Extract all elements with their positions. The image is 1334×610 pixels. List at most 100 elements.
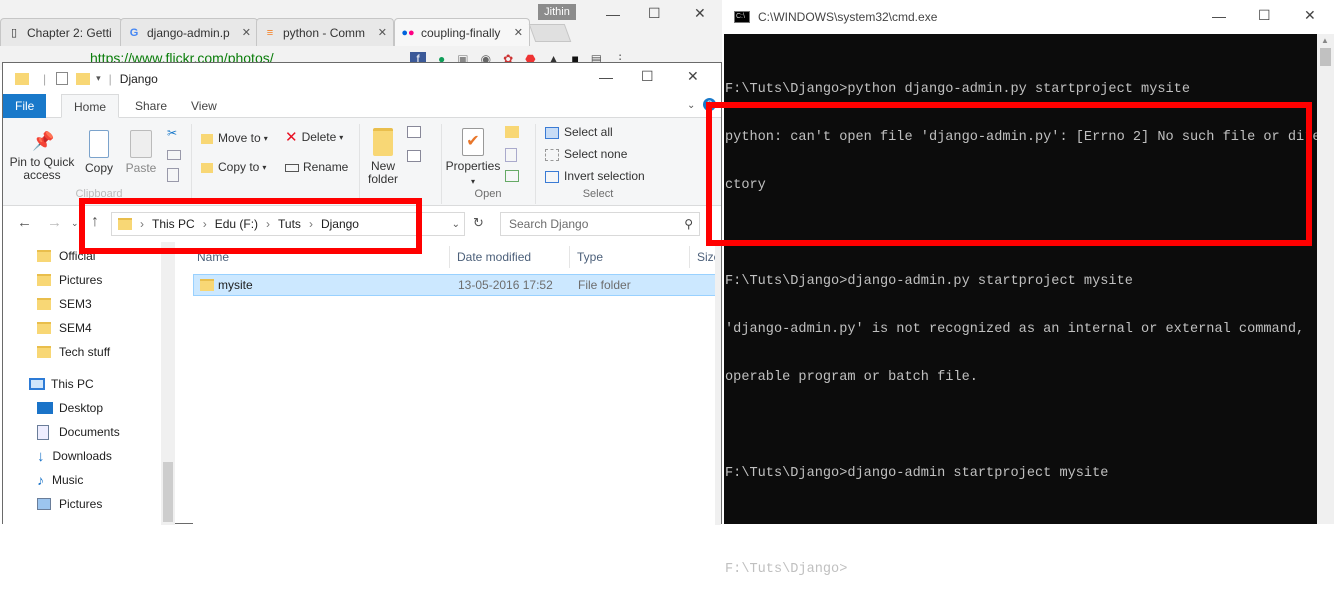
documents-icon [37,424,49,440]
tab-file[interactable]: File [3,94,47,118]
new-item-icon[interactable] [407,126,421,138]
new-folder-icon [373,128,393,156]
close-icon[interactable]: ✕ [694,5,706,22]
folder-icon [201,162,213,173]
flickr-icon: ● ● [401,26,415,39]
new-tab-button[interactable] [528,24,572,42]
cmd-window: C:\ C:\WINDOWS\system32\cmd.exe — ☐ ✕ F:… [706,0,1334,577]
new-folder-button[interactable]: New folder [365,128,401,186]
user-badge[interactable]: Jithin [538,4,576,20]
properties-button[interactable]: ✔ Properties ▾ [445,128,501,188]
maximize-icon[interactable]: ☐ [648,5,661,22]
folder-icon [37,250,51,262]
column-type[interactable]: Type [577,246,603,268]
cmd-line [725,514,1305,530]
nav-item-downloads[interactable]: ↓ Downloads [37,444,112,468]
nav-item-sem3[interactable]: SEM3 [37,292,92,316]
folder-icon [37,346,51,358]
ribbon-tabs: File Home Share View ⌄ ? [3,94,721,118]
paste-shortcut-icon[interactable] [167,168,179,182]
nav-item-pictures-lib[interactable]: Pictures [37,492,102,516]
maximize-icon[interactable]: ☐ [641,68,654,85]
nav-item-tech-stuff[interactable]: Tech stuff [37,340,110,364]
column-date-modified[interactable]: Date modified [457,246,531,268]
tab-share[interactable]: Share [123,94,179,118]
cmd-line: F:\Tuts\Django>python django-admin.py st… [725,82,1190,97]
open-icon[interactable] [505,126,519,138]
history-icon[interactable] [505,170,519,182]
close-icon[interactable]: ✕ [1304,7,1316,24]
cmd-scrollbar[interactable]: ▲ [1317,34,1334,524]
chevron-down-icon[interactable]: ▾ [96,73,101,84]
chevron-down-icon[interactable]: ⌄ [71,218,79,229]
select-group-label: Select [582,188,614,200]
back-icon[interactable]: ← [17,214,32,231]
scrollbar-thumb[interactable] [1320,48,1331,66]
edit-icon[interactable] [505,148,517,162]
pin-to-quick-access-button[interactable]: 📌 Pin to Quick access [9,130,75,182]
minimize-icon[interactable]: — [1212,8,1226,24]
easy-access-icon[interactable] [407,150,421,162]
nav-scrollbar[interactable] [161,242,175,525]
delete-icon: ✕ [285,129,298,146]
tab-label: coupling-finally [421,25,501,40]
folder-icon [37,322,51,334]
file-name: mysite [218,278,253,292]
browser-tab[interactable]: ▯ Chapter 2: Getti [0,18,122,46]
search-icon: ⚲ [684,217,693,231]
browser-tab-active[interactable]: ● ● coupling-finally ✕ [394,18,530,46]
tab-view[interactable]: View [179,94,229,118]
copy-button[interactable]: Copy [81,130,117,175]
close-icon[interactable]: ✕ [238,26,251,39]
nav-item-this-pc[interactable]: This PC [29,372,94,396]
properties-quick-icon[interactable] [56,72,69,85]
file-list: Name Date modified Type Size mysite 13-0… [193,242,721,525]
scroll-up-icon[interactable]: ▲ [1321,36,1329,45]
chevron-down-icon[interactable]: ⌄ [687,100,695,111]
close-icon[interactable]: ✕ [687,68,699,85]
nav-item-documents[interactable]: Documents [37,420,120,444]
close-icon[interactable]: ✕ [374,26,387,39]
table-row[interactable]: mysite 13-05-2016 17:52 File folder [193,274,717,296]
tab-label: django-admin.p [147,25,230,40]
nav-item-sem4[interactable]: SEM4 [37,316,92,340]
delete-button[interactable]: ✕ Delete ▾ [285,129,343,146]
select-none-icon [545,148,559,161]
forward-icon[interactable]: → [47,214,62,231]
search-input[interactable]: Search Django ⚲ [500,212,700,236]
computer-icon [29,378,45,390]
select-none-button[interactable]: Select none [545,148,627,161]
divider [449,246,450,268]
file-scrollbar[interactable] [715,242,721,525]
nav-item-desktop[interactable]: Desktop [37,396,103,420]
maximize-icon[interactable]: ☐ [1258,7,1271,24]
select-all-button[interactable]: Select all [545,126,613,139]
move-to-button[interactable]: Move to ▾ [201,132,268,145]
refresh-icon[interactable]: ↻ [473,215,484,231]
browser-tab[interactable]: G django-admin.p ✕ [120,18,258,46]
scrollbar-thumb[interactable] [163,462,173,522]
browser-window: ▯ Chapter 2: Getti G django-admin.p ✕ ≡ … [0,0,722,70]
window-title: Django [119,71,158,86]
copy-to-button[interactable]: Copy to ▾ [201,161,266,174]
nav-item-pictures[interactable]: Pictures [37,268,102,292]
nav-item-music[interactable]: ♪ Music [37,468,83,492]
new-folder-quick-icon[interactable] [76,72,91,85]
chevron-down-icon: ▾ [263,134,268,143]
tab-label: Chapter 2: Getti [27,25,112,40]
minimize-icon[interactable]: — [606,6,620,22]
rename-button[interactable]: Rename [285,161,348,174]
cmd-prompt: F:\Tuts\Django> [725,562,848,577]
stackoverflow-icon: ≡ [266,26,274,39]
invert-selection-button[interactable]: Invert selection [545,170,645,183]
divider: | [108,71,112,86]
folder-icon [37,298,51,310]
close-icon[interactable]: ✕ [510,26,523,39]
paste-button[interactable]: Paste [123,130,159,175]
browser-tab[interactable]: ≡ python - Comm ✕ [256,18,394,46]
cut-icon[interactable]: ✂ [167,126,177,140]
chevron-down-icon[interactable]: ⌄ [452,219,460,230]
copy-path-icon[interactable] [167,150,181,160]
minimize-icon[interactable]: — [599,69,613,85]
tab-home[interactable]: Home [61,94,120,118]
